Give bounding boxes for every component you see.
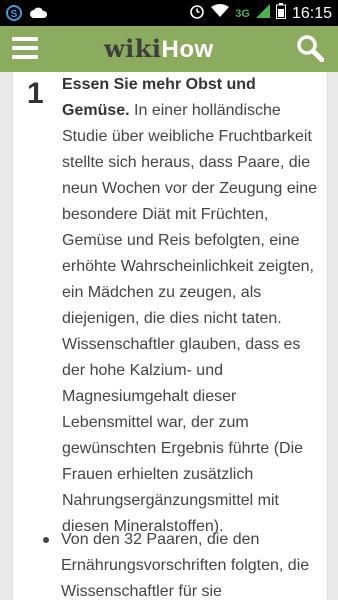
list-item: Von den 32 Paaren, die den Ernährungsvor…	[43, 527, 323, 600]
network-type: 3G	[235, 7, 250, 20]
logo-wiki: wiki	[104, 34, 162, 63]
bullet-list: Von den 32 Paaren, die den Ernährungsvor…	[43, 527, 323, 600]
search-button[interactable]	[296, 34, 325, 63]
menu-icon-bar	[12, 46, 38, 50]
menu-icon-bar	[12, 55, 38, 59]
signal-icon	[255, 4, 270, 23]
step-body: In einer holländische Studie über weibli…	[62, 102, 317, 535]
status-time: 16:15	[291, 4, 332, 22]
status-bar: S 3G 16:15	[0, 0, 338, 26]
battery-icon	[275, 3, 286, 24]
alarm-icon	[189, 3, 205, 24]
cloud-icon	[30, 6, 48, 25]
bullet-dot	[43, 537, 49, 543]
logo-how: How	[161, 36, 214, 63]
step-text: Essen Sie mehr Obst und Gemüse. In einer…	[62, 72, 322, 540]
app-bar: wikiHow	[0, 26, 338, 72]
search-icon	[297, 35, 325, 63]
wikihow-logo[interactable]: wikiHow	[104, 34, 214, 64]
menu-button[interactable]	[12, 37, 38, 59]
step-number: 1	[27, 77, 44, 110]
bullet-text: Von den 32 Paaren, die den Ernährungsvor…	[61, 531, 310, 600]
skype-icon: S	[6, 5, 22, 26]
svg-text:S: S	[11, 9, 18, 20]
menu-icon	[12, 37, 38, 41]
article-content: 1 Essen Sie mehr Obst und Gemüse. In ein…	[12, 72, 328, 600]
wifi-icon	[211, 4, 230, 23]
